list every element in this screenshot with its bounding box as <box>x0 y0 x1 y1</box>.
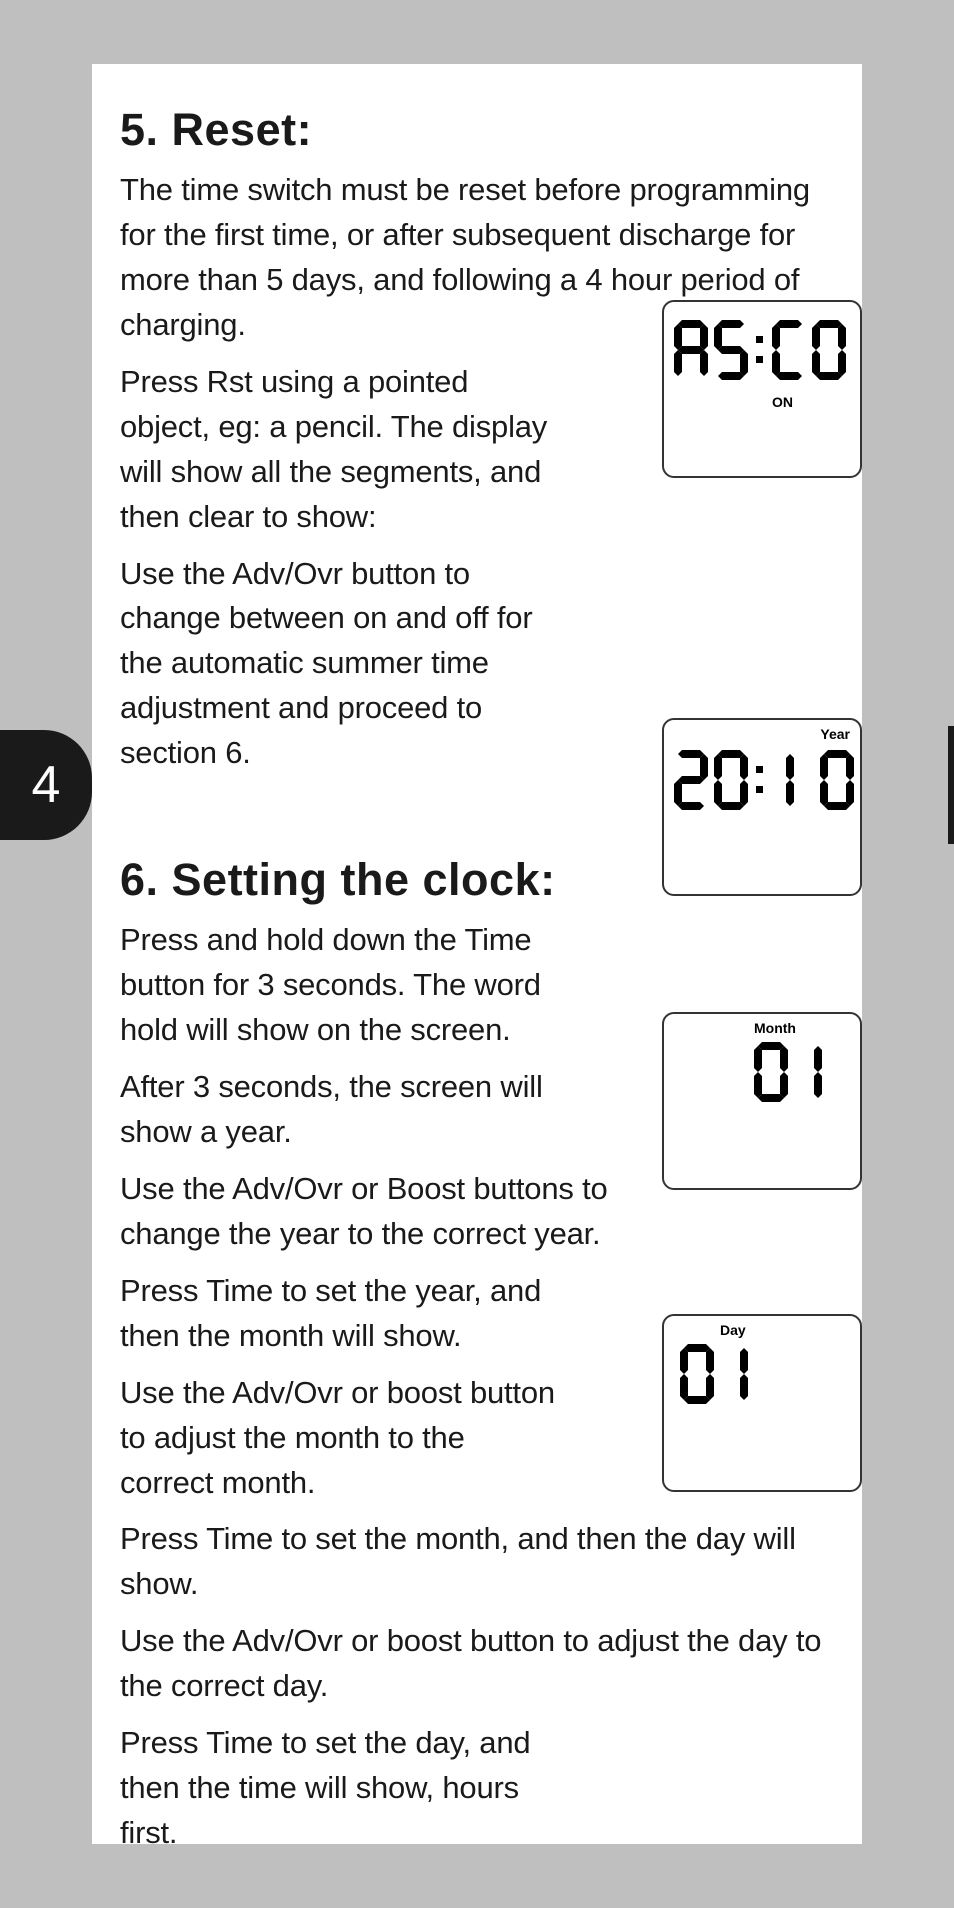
section-5-para-3: Use the Adv/Ovr button to change between… <box>120 552 560 777</box>
lcd-annot-on: ON <box>772 394 793 410</box>
section-6-para-7: Use the Adv/Ovr or boost button to adjus… <box>120 1619 838 1709</box>
lcd-display-month: Month <box>662 1012 862 1190</box>
manual-page: 5. Reset: The time switch must be reset … <box>92 64 862 1844</box>
lcd-digits-icon <box>664 740 864 830</box>
section-6-para-5: Use the Adv/Ovr or boost button to adjus… <box>120 1371 560 1506</box>
lcd-digits-icon <box>670 1334 790 1424</box>
lcd-display-day: Day <box>662 1314 862 1492</box>
section-6-para-3: Use the Adv/Ovr or Boost buttons to chan… <box>120 1167 620 1257</box>
lcd-digits-icon <box>744 1032 864 1122</box>
section-6-para-6: Press Time to set the month, and then th… <box>120 1517 838 1607</box>
section-5-heading: 5. Reset: <box>120 104 838 156</box>
lcd-display-reset: ON <box>662 300 862 478</box>
section-5-para-2: Press Rst using a pointed object, eg: a … <box>120 360 560 540</box>
section-6-para-2: After 3 seconds, the screen will show a … <box>120 1065 560 1155</box>
section-6-para-8: Press Time to set the day, and then the … <box>120 1721 560 1856</box>
lcd-display-year: Year <box>662 718 862 896</box>
page-number: 4 <box>32 755 61 815</box>
right-edge-mark <box>948 726 954 844</box>
section-6-para-4: Press Time to set the year, and then the… <box>120 1269 560 1359</box>
section-6-para-1: Press and hold down the Time button for … <box>120 918 560 1053</box>
page-number-tab: 4 <box>0 730 92 840</box>
lcd-digits-icon <box>664 310 864 400</box>
